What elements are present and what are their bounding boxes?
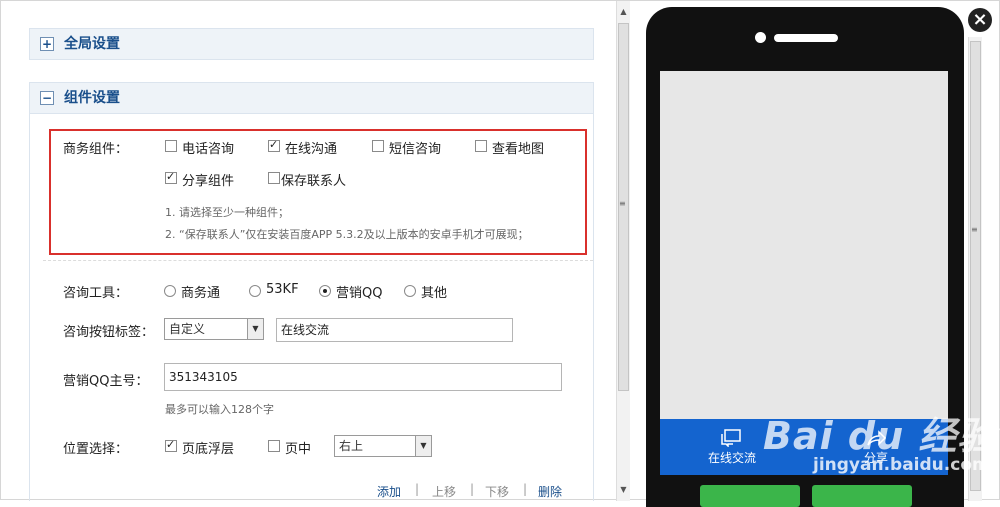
settings-panel: + 全局设置 − 组件设置 商务组件： 电话咨询 在线沟通 短信咨询 查看地图 … xyxy=(13,1,613,501)
chevron-down-icon[interactable]: ▼ xyxy=(415,436,431,456)
green-button-left[interactable] xyxy=(700,485,800,507)
position-select-value: 右上 xyxy=(339,439,364,453)
separator: | xyxy=(523,482,528,496)
watermark-logo: Bai du 经验 xyxy=(763,414,997,458)
label-type-select[interactable]: 自定义 ▼ xyxy=(164,318,264,340)
radio-marketing-qq-label: 营销QQ xyxy=(336,286,383,301)
move-down-link[interactable]: 下移 xyxy=(485,483,509,500)
share-label: 分享组件 xyxy=(182,174,235,189)
view-map-checkbox[interactable] xyxy=(475,140,487,152)
page-middle-label: 页中 xyxy=(285,442,312,457)
scroll-down-icon[interactable]: ▼ xyxy=(617,483,630,497)
left-scrollbar[interactable]: ▲ ≡ ▼ xyxy=(616,1,630,501)
chevron-down-icon[interactable]: ▼ xyxy=(247,319,263,339)
collapse-icon[interactable]: − xyxy=(40,91,54,105)
section-global-title: 全局设置 xyxy=(64,36,120,52)
qq-main-input[interactable]: 351343105 xyxy=(164,363,562,391)
position-label: 位置选择： xyxy=(63,442,129,457)
page-middle-checkbox[interactable] xyxy=(268,440,280,452)
section-component-settings[interactable]: − 组件设置 xyxy=(29,82,594,114)
close-icon[interactable]: × xyxy=(968,8,992,32)
radio-shangwutong-label: 商务通 xyxy=(181,286,221,301)
share-checkbox[interactable] xyxy=(165,170,177,184)
qq-main-label: 营销QQ主号： xyxy=(63,374,149,389)
radio-53kf-label: 53KF xyxy=(266,282,299,297)
watermark-url: jingyan.baidu.com xyxy=(813,455,990,475)
separator: | xyxy=(415,482,420,496)
section-component-title: 组件设置 xyxy=(64,90,120,106)
business-label: 商务组件： xyxy=(63,142,129,157)
online-chat-checkbox[interactable] xyxy=(268,138,280,152)
move-up-link[interactable]: 上移 xyxy=(432,483,456,500)
sms-consult-checkbox[interactable] xyxy=(372,140,384,152)
save-contact-label: 保存联系人 xyxy=(281,174,347,189)
dialog: + 全局设置 − 组件设置 商务组件： 电话咨询 在线沟通 短信咨询 查看地图 … xyxy=(0,0,1000,507)
radio-53kf[interactable] xyxy=(249,285,261,297)
radio-marketing-qq[interactable] xyxy=(319,285,331,297)
grip-icon: ≡ xyxy=(971,225,978,234)
label-type-value: 自定义 xyxy=(169,322,206,336)
online-chat-button-label: 在线交流 xyxy=(707,451,756,465)
sms-consult-label: 短信咨询 xyxy=(389,142,442,157)
divider xyxy=(43,260,593,261)
note-2: 2. “保存联系人”仅在安装百度APP 5.3.2及以上版本的安卓手机才可展现； xyxy=(165,228,529,241)
position-select[interactable]: 右上 ▼ xyxy=(334,435,432,457)
view-map-label: 查看地图 xyxy=(492,142,545,157)
consult-tool-label: 咨询工具： xyxy=(63,286,129,301)
expand-icon[interactable]: + xyxy=(40,37,54,51)
phone-consult-checkbox[interactable] xyxy=(165,140,177,152)
qq-main-hint: 最多可以输入128个字 xyxy=(165,403,274,416)
save-contact-checkbox[interactable] xyxy=(268,172,280,184)
phone-consult-label: 电话咨询 xyxy=(182,142,235,157)
section-global-settings[interactable]: + 全局设置 xyxy=(29,28,594,60)
chat-icon xyxy=(721,429,741,447)
bottom-float-label: 页底浮层 xyxy=(182,442,235,457)
green-button-right[interactable] xyxy=(812,485,912,507)
add-link[interactable]: 添加 xyxy=(377,483,401,500)
note-1: 1. 请选择至少一种组件； xyxy=(165,206,289,219)
button-label-label: 咨询按钮标签： xyxy=(63,325,155,340)
camera-icon xyxy=(755,32,766,43)
radio-other[interactable] xyxy=(404,285,416,297)
separator: | xyxy=(470,482,475,496)
online-chat-label: 在线沟通 xyxy=(285,142,338,157)
scroll-up-icon[interactable]: ▲ xyxy=(617,5,630,19)
button-label-input[interactable]: 在线交流 xyxy=(276,318,513,342)
speaker-icon xyxy=(774,34,838,42)
bottom-float-checkbox[interactable] xyxy=(165,438,177,452)
grip-icon: ≡ xyxy=(619,199,626,208)
radio-other-label: 其他 xyxy=(421,286,448,301)
radio-shangwutong[interactable] xyxy=(164,285,176,297)
delete-link[interactable]: 删除 xyxy=(538,483,562,500)
